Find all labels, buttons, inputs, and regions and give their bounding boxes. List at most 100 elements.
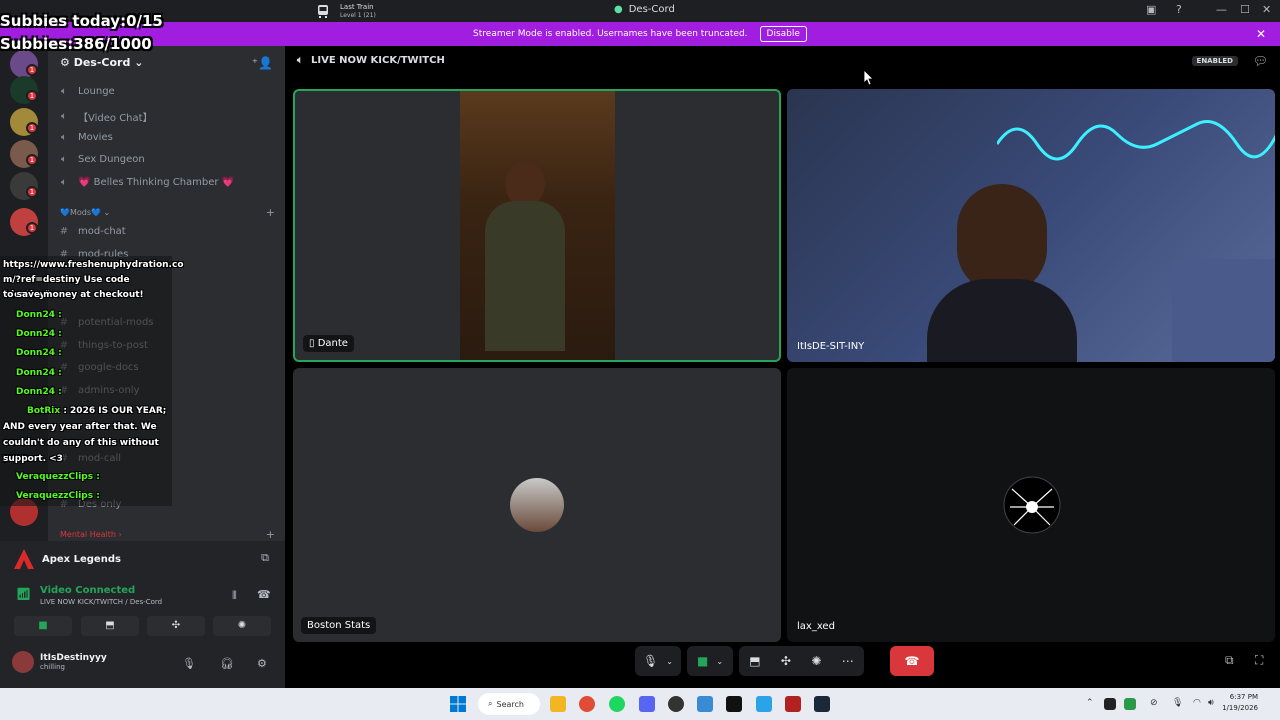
hashtag-icon: #	[59, 226, 69, 237]
video-connected-status[interactable]: Video Connected	[40, 585, 135, 596]
activities-button[interactable]: ✣	[147, 616, 205, 636]
capcut-icon[interactable]	[726, 696, 742, 712]
video-tile[interactable]: lax_xed	[787, 368, 1275, 642]
file-explorer-icon[interactable]	[550, 696, 566, 712]
tray-icon[interactable]: ⊘	[1150, 698, 1158, 708]
chat-user: VeraquezzClips :	[16, 472, 100, 482]
steam-icon[interactable]	[814, 696, 830, 712]
call-controls: 🎙︎ ⌄ ■ ⌄ ⬒ ✣ ✺ ⋯ ☎	[635, 646, 934, 676]
microphone-icon[interactable]: 🎙︎	[182, 657, 196, 670]
help-icon[interactable]: ?	[1176, 3, 1182, 16]
speaker-icon: 🔈︎	[61, 86, 67, 97]
voice-channel-movies[interactable]: 🔈︎ Movies	[58, 132, 113, 143]
share-screen-button[interactable]: ⬒	[81, 616, 139, 636]
camera-icon: ■	[696, 654, 709, 668]
voice-channel-belles[interactable]: 🔈︎ 💗 Belles Thinking Chamber 💗	[58, 177, 234, 188]
camera-button[interactable]: ■	[14, 616, 72, 636]
taskbar-search[interactable]: ⌕ Search	[478, 693, 540, 715]
chat-bubble-icon[interactable]: 💬︎	[1253, 54, 1268, 68]
volume-icon[interactable]: 🔊︎	[1208, 698, 1214, 708]
spotify-icon[interactable]	[609, 696, 625, 712]
gear-icon[interactable]: ⚙	[257, 657, 267, 670]
hang-up-icon: ☎	[904, 654, 920, 668]
mute-button[interactable]: 🎙︎ ⌄	[635, 646, 681, 676]
activity-game: Apex Legends	[14, 549, 121, 569]
unread-badge: 1	[26, 122, 38, 134]
camera-toggle-button[interactable]: ■ ⌄	[687, 646, 733, 676]
chrome-icon[interactable]	[579, 696, 595, 712]
server-name-header[interactable]: ⚙ Des-Cord ⌄	[60, 56, 143, 69]
add-channel-icon[interactable]: +	[266, 206, 275, 219]
tray-app-icon[interactable]	[1124, 698, 1136, 710]
tray-chevron-icon[interactable]: ⌃	[1086, 698, 1094, 708]
share-screen-icon[interactable]: ⬒	[749, 654, 760, 668]
noise-suppression-icon[interactable]: ⦀	[232, 589, 237, 603]
stream-chat-overlay: https://www.freshenuphydration.co m/?ref…	[0, 256, 184, 506]
more-options-icon[interactable]: ⋯	[842, 654, 854, 668]
headphones-icon[interactable]: 🎧︎	[220, 657, 234, 670]
chat-bot-message: BotRix : 2026 IS OUR YEAR;	[27, 406, 167, 416]
chevron-down-icon: ⌄	[716, 656, 724, 666]
category-mental-health[interactable]: Mental Health ›	[60, 530, 122, 539]
close-window-button[interactable]: ✕	[1262, 3, 1271, 16]
app-icon[interactable]	[756, 696, 772, 712]
chat-user: Donn24 :	[16, 368, 62, 378]
screen-share-icon[interactable]: ⧉	[261, 551, 269, 565]
close-banner-icon[interactable]: ✕	[1256, 27, 1266, 41]
minimize-button[interactable]: —	[1216, 3, 1227, 16]
wifi-icon[interactable]: ◠	[1193, 698, 1201, 708]
inbox-icon[interactable]: ▣	[1146, 3, 1156, 16]
speaker-icon: 🔈︎	[61, 132, 67, 143]
voice-channel-video-chat[interactable]: 🔈︎ 【Video Chat】	[58, 109, 153, 124]
train-icon	[318, 5, 328, 18]
user-panel[interactable]: ItIsDestinyyy chilling	[12, 651, 107, 673]
disable-button[interactable]: Disable	[759, 26, 807, 42]
tray-app-icon[interactable]	[1104, 698, 1116, 710]
mouse-cursor-icon	[864, 70, 874, 86]
apex-taskbar-icon[interactable]	[785, 696, 801, 712]
call-actions-group: ⬒ ✣ ✺ ⋯	[739, 646, 864, 676]
disconnect-call-button[interactable]: ☎	[890, 646, 934, 676]
category-mods[interactable]: 💙Mods💙 ⌄	[60, 208, 110, 217]
pop-out-icon[interactable]: ⧉	[1225, 653, 1234, 668]
unread-badge: 1	[26, 222, 38, 234]
speaker-icon: 🔈︎	[61, 154, 67, 165]
invite-user-icon[interactable]: ⁺👤	[252, 56, 273, 70]
soundboard-icon[interactable]: ✺	[811, 654, 821, 668]
notes-icon[interactable]	[697, 696, 713, 712]
obs-icon[interactable]	[668, 696, 684, 712]
system-clock[interactable]: 6:37 PM 1/19/2026	[1222, 692, 1258, 714]
text-channel-mod-chat[interactable]: # mod-chat	[58, 226, 126, 237]
participant-name: Boston Stats	[301, 617, 377, 634]
username: ItIsDestinyyy	[40, 653, 107, 663]
chat-user: Donn24 :	[16, 348, 62, 358]
video-tile[interactable]: Boston Stats	[293, 368, 781, 642]
disconnect-icon[interactable]: ☎	[257, 588, 271, 601]
unread-badge: 1	[26, 186, 38, 198]
windows-taskbar: ⌕ Search ⌃ ⊘ 🎙︎ ◠ 🔊︎ 6:37 PM 1/19/2026	[0, 688, 1280, 720]
spider-avatar-icon	[1003, 476, 1061, 534]
participant-name: lax_xed	[797, 621, 835, 632]
apex-logo-icon	[14, 549, 34, 569]
app-ghost-icon: ●	[614, 4, 623, 15]
video-tile[interactable]: ▯ Dante	[293, 89, 781, 362]
activities-icon[interactable]: ✣	[781, 654, 791, 668]
voice-channel-sex-dungeon[interactable]: 🔈︎ Sex Dungeon	[58, 154, 145, 165]
video-feed	[957, 184, 1047, 294]
fullscreen-icon[interactable]: ⛶	[1255, 653, 1263, 668]
discord-icon[interactable]	[639, 696, 655, 712]
chevron-down-icon: ⌄	[666, 656, 673, 666]
tray-mic-icon[interactable]: 🎙︎	[1172, 698, 1183, 708]
speaker-icon: 🔈︎	[297, 55, 303, 66]
soundboard-button[interactable]: ✺	[213, 616, 271, 636]
participant-name: ItIsDE-SIT-INY	[797, 341, 865, 352]
video-tile[interactable]: ItIsDE-SIT-INY	[787, 89, 1275, 362]
chat-bot-message: AND every year after that. We	[3, 422, 157, 432]
unread-badge: 1	[26, 154, 38, 166]
chat-user: VeraquezzClips :	[16, 491, 100, 501]
maximize-button[interactable]: ☐	[1240, 3, 1250, 16]
voice-channel-lounge[interactable]: 🔈︎ Lounge	[58, 86, 115, 97]
windows-start-icon[interactable]	[450, 696, 466, 712]
add-channel-icon[interactable]: +	[266, 528, 275, 541]
chat-ad-line: https://www.freshenuphydration.co	[3, 260, 184, 270]
